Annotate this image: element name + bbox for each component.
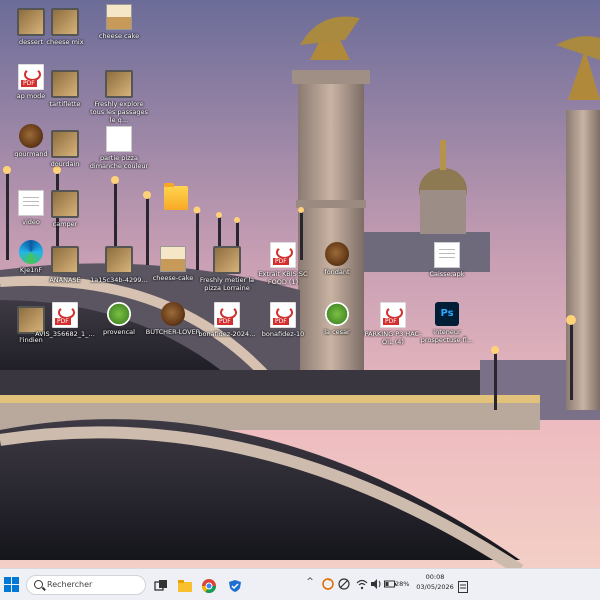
desktop-icon[interactable]: la cesar [306,302,368,336]
desktop-icon[interactable]: Caisse.apk [416,242,478,278]
thumb-file-icon [51,190,79,218]
pdf-file-icon [52,302,78,328]
desktop-icon[interactable]: bonafidez-10 [252,302,314,338]
start-button[interactable] [4,577,20,593]
desktop-icon[interactable]: cheese cake [88,4,150,40]
pdf-file-icon [214,302,240,328]
desktop-icon-label: Freshly metier la pizza Lorraine [199,276,255,292]
desktop-icon-label: bonafidez-10 [261,330,305,338]
pdf-file-icon [270,302,296,328]
desktop-icon-label: bonafidez-2024… [198,330,256,338]
desktop-icon-label: partie pizza dimanche couleur [89,154,149,170]
search-icon [34,580,43,589]
vpn-icon[interactable] [338,578,350,590]
taskbar: Rechercher ^ 28% 00:08 03/05/2026 [0,568,600,600]
desktop-icon[interactable]: cheese-cake [142,246,204,282]
desktop-icon[interactable]: fondant [306,242,368,276]
desktop-icon[interactable]: Extrait KBIS SC FOOD (1) [252,242,314,286]
desktop-icon-label: BUTCHER-LOVER [145,328,201,336]
salad-file-icon [325,302,349,326]
folder-file-icon [164,183,188,210]
thumb-file-icon [105,246,133,274]
desktop-icon[interactable]: PARKING P3 HAC-OIL (4) [362,302,424,346]
clock-date: 03/05/2026 [416,583,454,591]
thumb-file-icon [213,246,241,274]
chrome-icon[interactable] [202,578,216,593]
desktop-icon[interactable] [145,183,207,212]
desktop-icon[interactable]: AVIS_356682_1_… [34,302,96,338]
task-view-icon[interactable] [154,578,168,592]
word-file-icon [106,126,132,152]
desktop-icon-label: tartiflette [49,100,81,108]
desktop-icon-label: dourdain [50,160,80,168]
thumb-file-icon [51,246,79,274]
security-icon[interactable] [228,578,242,592]
pdf-file-icon [270,242,296,268]
desktop-icon[interactable]: 1a15c34b-4299… [88,246,150,284]
desktop-icon[interactable]: ANANASE [34,246,96,284]
desktop-icon[interactable]: tartiflette [34,70,96,108]
tray-chevron-icon[interactable]: ^ [305,577,315,597]
pdf-file-icon [380,302,406,328]
file-explorer-icon[interactable] [178,578,192,592]
desktop[interactable]: dessertcheese mixcheese cakeap modetarti… [0,0,600,568]
thumb-file-icon [51,130,79,158]
desktop-icon-label: ANANASE [49,276,81,284]
wifi-icon[interactable] [356,578,368,590]
desktop-icon-label: provencal [103,328,135,336]
desktop-icon[interactable]: cheese mix [34,8,96,46]
desktop-icon-label: Freshly explore tous les passages le q… [90,100,148,124]
notification-icon[interactable] [458,578,468,593]
desktop-icon-label: Caisse.apk [429,270,465,278]
battery-percentage: 28% [395,580,410,588]
dish-file-icon [325,242,349,266]
volume-icon[interactable] [370,578,382,590]
sync-icon[interactable] [322,578,334,590]
desktop-icon[interactable]: inteneur prospectuse fl… [416,302,478,344]
dish-file-icon [161,302,185,326]
desktop-icon[interactable]: Freshly explore tous les passages le q… [88,70,150,124]
desktop-icon-label: cheese cake [98,32,140,40]
cake-file-icon [106,4,132,30]
thumb-file-icon [51,8,79,36]
ps-file-icon [435,302,459,326]
search-input[interactable]: Rechercher [26,575,146,595]
desktop-icon[interactable]: dourdain [34,130,96,168]
desktop-icon[interactable]: camper [34,190,96,228]
desktop-icon-label: la cesar [324,328,350,336]
desktop-icon-label: PARKING P3 HAC-OIL (4) [364,330,422,346]
cake-file-icon [160,246,186,272]
desktop-icon-label: 1a15c34b-4299… [90,276,148,284]
desktop-icon[interactable]: Freshly metier la pizza Lorraine [196,246,258,292]
desktop-icon-label: cheese-cake [152,274,194,282]
desktop-icon[interactable]: bonafidez-2024… [196,302,258,338]
desktop-icon-label: camper [52,220,78,228]
desktop-icon-label: cheese mix [46,38,84,46]
doc-file-icon [434,242,460,268]
clock[interactable]: 00:08 03/05/2026 [414,572,456,592]
desktop-icon-label: inteneur prospectuse fl… [420,328,474,344]
thumb-file-icon [51,70,79,98]
desktop-icon[interactable]: partie pizza dimanche couleur [88,126,150,170]
salad-file-icon [107,302,131,326]
desktop-icon-label: AVIS_356682_1_… [35,330,95,338]
desktop-icon[interactable]: provencal [88,302,150,336]
search-placeholder: Rechercher [47,580,93,589]
desktop-icon-label: Extrait KBIS SC FOOD (1) [258,270,308,286]
thumb-file-icon [105,70,133,98]
desktop-icon-label: fondant [324,268,350,276]
clock-time: 00:08 [425,573,445,581]
desktop-icon[interactable]: BUTCHER-LOVER [142,302,204,336]
